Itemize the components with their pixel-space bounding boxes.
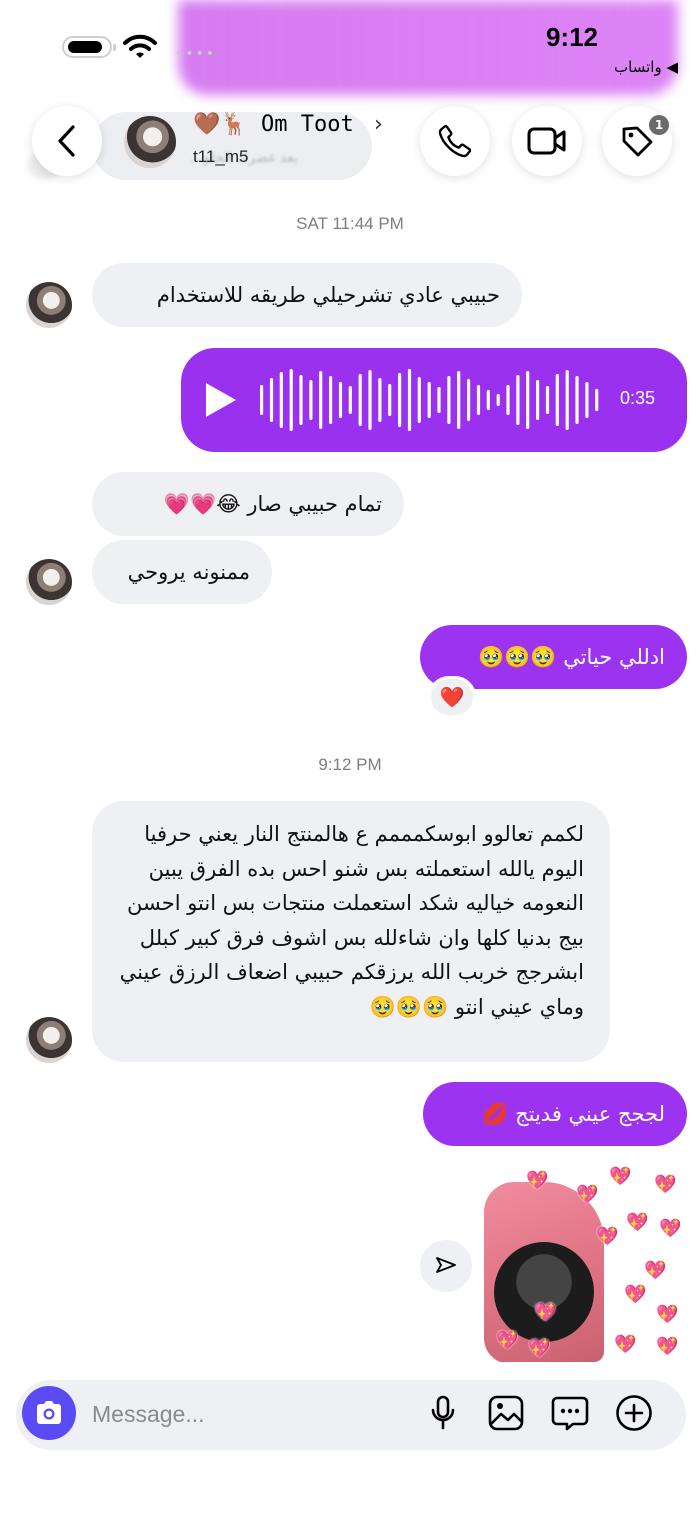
heart-icon: 💖: [644, 1260, 667, 1281]
video-icon: [527, 127, 566, 155]
waveform-bar: [457, 371, 461, 429]
waveform-bar: [565, 370, 569, 430]
waveform-bar: [289, 369, 293, 431]
sender-avatar[interactable]: [26, 282, 72, 328]
waveform-bar: [309, 380, 313, 420]
heart-icon: 💖: [624, 1284, 647, 1305]
heart-icon: 💖: [526, 1170, 549, 1191]
waveform-bar: [279, 372, 283, 428]
incoming-message[interactable]: حبيبي عادي تشرحيلي طريقه للاستخدام: [92, 263, 522, 327]
heart-icon: 💖: [576, 1184, 599, 1205]
back-to-app-link[interactable]: ◀ واتساب: [614, 58, 678, 76]
chevron-right-icon: ›: [374, 112, 383, 137]
status-time: 9:12: [545, 22, 598, 52]
waveform-bar: [536, 380, 540, 420]
waveform-bar: [486, 390, 490, 410]
status-bar: •••• 9:12 ◀ واتساب: [0, 0, 700, 95]
play-icon[interactable]: [206, 383, 236, 417]
plus-icon: [616, 1395, 652, 1431]
waveform-bar: [516, 375, 520, 425]
wifi-icon: [123, 34, 157, 58]
send-icon: [436, 1257, 456, 1273]
outgoing-message[interactable]: لججج عيني فديتج 💋: [423, 1082, 687, 1146]
heart-icon: 💖: [654, 1174, 677, 1195]
sticker-button[interactable]: [550, 1393, 590, 1433]
label-button[interactable]: 1: [602, 106, 672, 176]
sticker-message[interactable]: 💖 💖 💖 💖 💖 💖 💖 💖 💖 💖 💖 💖 💖 💖 💖: [484, 1162, 684, 1364]
waveform-bar: [417, 377, 421, 423]
incoming-message[interactable]: تمام حبيبي صار 😂💗💗: [92, 472, 404, 536]
heart-icon: 💖: [596, 1226, 619, 1247]
microphone-icon: [431, 1395, 455, 1430]
sender-avatar[interactable]: [26, 1017, 72, 1063]
voice-duration: 0:35: [620, 388, 656, 408]
waveform-bar: [575, 376, 579, 424]
battery-icon: [62, 36, 116, 58]
heart-icon: 💖: [659, 1218, 682, 1239]
waveform-bar: [260, 385, 264, 415]
waveform-bar: [338, 382, 343, 418]
waveform-bar: [476, 385, 481, 415]
waveform-bar: [585, 382, 589, 418]
chevron-left-icon: [58, 125, 75, 157]
waveform-bar: [358, 374, 362, 426]
waveform-bar: [506, 385, 510, 415]
incoming-message[interactable]: ممنونه يروحي: [92, 540, 272, 604]
waveform-bar: [299, 375, 303, 425]
contact-username: t11_m5: [193, 147, 249, 166]
waveform-bar: [348, 386, 352, 414]
voice-call-button[interactable]: [420, 106, 490, 176]
sticker-icon: [551, 1396, 589, 1431]
waveform-bar: [447, 376, 451, 424]
obscured-notification: [178, 0, 678, 95]
waveform-bar: [467, 379, 471, 421]
camera-icon: [37, 1401, 61, 1424]
phone-icon: [438, 125, 472, 158]
waveform-bar: [437, 387, 441, 413]
waveform-bar: [427, 382, 431, 418]
image-icon: [488, 1395, 524, 1431]
back-button[interactable]: [32, 106, 102, 176]
waveform-bar: [555, 374, 559, 426]
waveform-bar: [526, 371, 530, 429]
waveform-bar: [368, 370, 372, 430]
waveform-bar: [329, 376, 333, 424]
heart-icon: 💖: [656, 1304, 679, 1325]
contact-name[interactable]: 🤎🦌 Om Toot: [193, 112, 354, 137]
waveform-bar: [269, 378, 274, 422]
more-button[interactable]: [614, 1393, 654, 1433]
waveform-bar: [378, 378, 382, 422]
heart-icon: 💖: [626, 1212, 649, 1233]
heart-icon: 💖: [656, 1336, 679, 1357]
contact-avatar[interactable]: [124, 116, 176, 168]
heart-icon: 💖: [609, 1166, 632, 1187]
heart-icon: 💖: [496, 1330, 519, 1351]
sender-avatar[interactable]: [26, 559, 72, 605]
timestamp: 9:12 PM: [318, 755, 382, 774]
waveform-bar: [407, 369, 412, 431]
video-call-button[interactable]: [512, 106, 582, 176]
notification-badge: 1: [649, 115, 669, 135]
waveform-bar: [545, 386, 550, 414]
heart-icon: 💖: [534, 1302, 557, 1323]
heart-icon: 💖: [614, 1334, 637, 1355]
sticker-image: [494, 1242, 594, 1342]
waveform-bar: [398, 373, 402, 427]
heart-reaction[interactable]: ❤️: [428, 676, 476, 718]
share-button[interactable]: [420, 1240, 472, 1292]
waveform-bar: [496, 394, 500, 406]
timestamp: SAT 11:44 PM: [296, 214, 404, 233]
waveform-bar: [319, 371, 323, 429]
incoming-message[interactable]: لكمم تعالوو ابوسكمممم ع هالمنتج النار يع…: [92, 801, 610, 1062]
heart-icon: 💖: [528, 1338, 551, 1359]
message-input[interactable]: [92, 1394, 392, 1434]
waveform-bar: [388, 384, 392, 416]
gallery-button[interactable]: [486, 1393, 526, 1433]
waveform-bar: [595, 389, 599, 411]
waveform-icon: [260, 369, 599, 431]
microphone-button[interactable]: [423, 1393, 463, 1433]
signal-dots-icon: ••••: [175, 46, 217, 62]
camera-button[interactable]: [22, 1386, 76, 1440]
